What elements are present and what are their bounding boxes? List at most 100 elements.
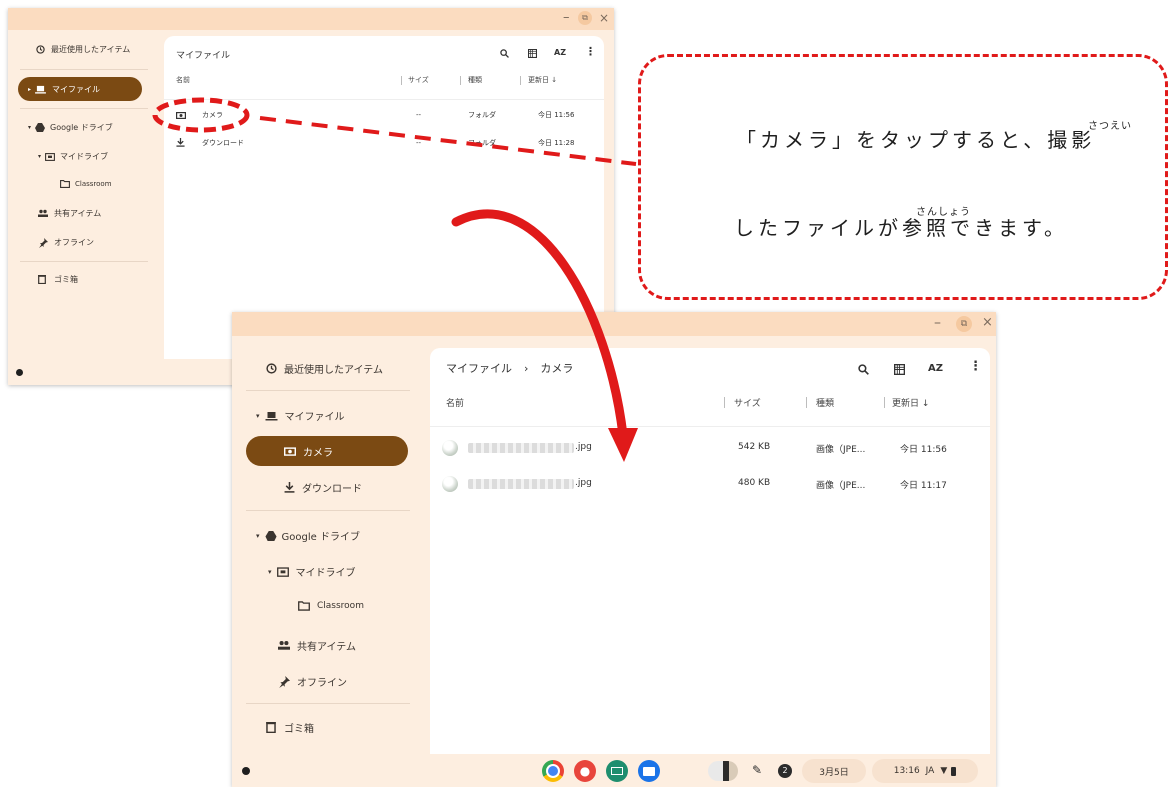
notification-count-icon[interactable]: 2	[778, 764, 792, 778]
column-type[interactable]: 種類	[468, 75, 482, 85]
google-drive-icon	[35, 123, 46, 132]
column-name[interactable]: 名前	[176, 75, 190, 85]
more-menu-icon[interactable]: ⋮	[969, 359, 982, 374]
sidebar-item-label: マイファイル	[52, 84, 101, 94]
column-separator	[884, 396, 885, 408]
sidebar-item-my-files[interactable]: ▾ マイファイル	[256, 408, 345, 423]
status-tray[interactable]: 13:16 JA ▼	[872, 759, 978, 783]
phone-hub-icon[interactable]	[708, 761, 738, 781]
callout-box	[638, 54, 1168, 300]
wifi-icon: ▼	[940, 766, 948, 776]
sidebar-item-label: オフライン	[297, 678, 347, 689]
download-icon	[284, 482, 295, 493]
file-size: 480 KB	[738, 478, 771, 488]
file-extension: .jpg	[575, 478, 592, 488]
column-separator	[724, 396, 725, 408]
chrome-app-icon[interactable]	[542, 760, 564, 782]
image-thumbnail-icon	[442, 476, 458, 492]
sidebar-item-shared[interactable]: 共有アイテム	[38, 208, 101, 219]
sidebar-item-trash[interactable]: ゴミ箱	[266, 720, 314, 735]
sidebar-item-recent[interactable]: 最近使用したアイテム	[266, 361, 383, 376]
file-type: 画像（JPE...	[816, 481, 866, 491]
people-icon	[38, 209, 48, 217]
sort-icon[interactable]: AZ	[928, 363, 943, 374]
ime-indicator: JA	[925, 766, 935, 776]
trash-icon	[38, 275, 46, 284]
files-app-icon[interactable]	[638, 760, 660, 782]
sidebar-item-classroom[interactable]: Classroom	[298, 601, 364, 611]
minimize-button[interactable]: –	[563, 10, 570, 25]
column-type[interactable]: 種類	[816, 396, 834, 409]
launcher-button[interactable]	[242, 767, 250, 775]
date-label: 3月5日	[819, 767, 849, 778]
sidebar-item-downloads[interactable]: ダウンロード	[284, 480, 362, 495]
people-icon	[278, 641, 290, 650]
restore-icon[interactable]: ⧉	[578, 11, 592, 25]
divider	[246, 390, 410, 391]
shelf: ● ✎ 2 3月5日 13:16 JA ▼	[232, 755, 996, 787]
sidebar-item-trash[interactable]: ゴミ箱	[38, 274, 78, 285]
sidebar-item-recent[interactable]: 最近使用したアイテム	[36, 44, 130, 55]
drive-folder-icon	[276, 567, 289, 577]
date-tray[interactable]: 3月5日	[802, 759, 866, 783]
column-modified[interactable]: 更新日 ↓	[528, 75, 557, 85]
minimize-button[interactable]: –	[934, 315, 941, 331]
file-type: 画像（JPE...	[816, 445, 866, 455]
laptop-icon	[265, 411, 278, 420]
trash-icon	[266, 722, 276, 733]
file-modified: 今日 11:56	[900, 445, 947, 455]
sidebar-item-my-files[interactable]: ▸ マイファイル	[18, 77, 142, 101]
grid-view-icon[interactable]	[894, 364, 905, 375]
divider	[20, 108, 148, 109]
callout-text-2: したファイルが参照できます。	[734, 216, 1068, 240]
column-modified[interactable]: 更新日 ↓	[892, 396, 929, 409]
launcher-button[interactable]	[16, 369, 23, 376]
classroom-app-icon[interactable]	[606, 760, 628, 782]
callout-text-1: 「カメラ」をタップすると、撮影	[736, 128, 1096, 152]
sidebar-item-camera[interactable]: カメラ	[246, 436, 408, 466]
sidebar-item-label: Google ドライブ	[281, 532, 360, 543]
red-curved-arrow	[451, 209, 638, 462]
divider	[20, 69, 148, 70]
column-separator	[520, 75, 521, 85]
battery-icon	[951, 766, 957, 776]
palette-app-icon[interactable]: ●	[574, 760, 596, 782]
search-icon[interactable]	[500, 49, 509, 58]
column-separator	[806, 396, 807, 408]
clock-icon	[36, 45, 45, 54]
column-size[interactable]: サイズ	[408, 75, 429, 85]
page-title: マイファイル	[176, 51, 231, 61]
sort-icon[interactable]: AZ	[554, 48, 566, 57]
sidebar-item-my-drive[interactable]: ▾ マイドライブ	[38, 151, 108, 162]
more-menu-icon[interactable]: ⋮	[585, 45, 596, 58]
grid-view-icon[interactable]	[528, 49, 537, 58]
table-row[interactable]: .jpg 480 KB 画像（JPE... 今日 11:17	[442, 474, 982, 494]
sidebar-item-classroom[interactable]: Classroom	[60, 180, 112, 188]
sidebar-item-google-drive[interactable]: ▾ Google ドライブ	[256, 528, 360, 543]
sidebar-item-label: ダウンロード	[302, 484, 362, 495]
close-button[interactable]: ×	[982, 315, 993, 330]
sidebar-item-label: 共有アイテム	[54, 209, 102, 218]
restore-icon[interactable]: ⧉	[956, 316, 972, 332]
chevron-down-icon: ▾	[268, 567, 272, 576]
chevron-right-icon: ▸	[28, 85, 32, 93]
pin-icon	[279, 675, 290, 688]
sidebar-item-label: ゴミ箱	[54, 275, 78, 284]
sidebar-item-offline[interactable]: オフライン	[278, 674, 347, 689]
sidebar-item-offline[interactable]: オフライン	[38, 237, 94, 248]
sidebar-item-shared[interactable]: 共有アイテム	[278, 638, 356, 653]
blurred-file-name	[468, 479, 574, 489]
sidebar-item-label: マイドライブ	[295, 568, 356, 579]
sidebar-item-google-drive[interactable]: ▾ Google ドライブ	[28, 122, 113, 133]
sidebar: 最近使用したアイテム ▸ マイファイル ▾ Google ドライブ ▾ マイドラ…	[8, 8, 158, 385]
sidebar-item-my-drive[interactable]: ▾ マイドライブ	[268, 564, 356, 579]
column-size[interactable]: サイズ	[734, 396, 761, 409]
stylus-tools-icon[interactable]: ✎	[752, 763, 762, 777]
sidebar-item-label: 最近使用したアイテム	[51, 45, 131, 54]
sidebar-item-label: カメラ	[303, 447, 333, 459]
pin-icon	[39, 237, 48, 248]
chevron-down-icon: ▾	[256, 531, 260, 540]
laptop-icon	[35, 85, 46, 94]
search-icon[interactable]	[858, 364, 869, 375]
close-button[interactable]: ×	[599, 11, 609, 25]
